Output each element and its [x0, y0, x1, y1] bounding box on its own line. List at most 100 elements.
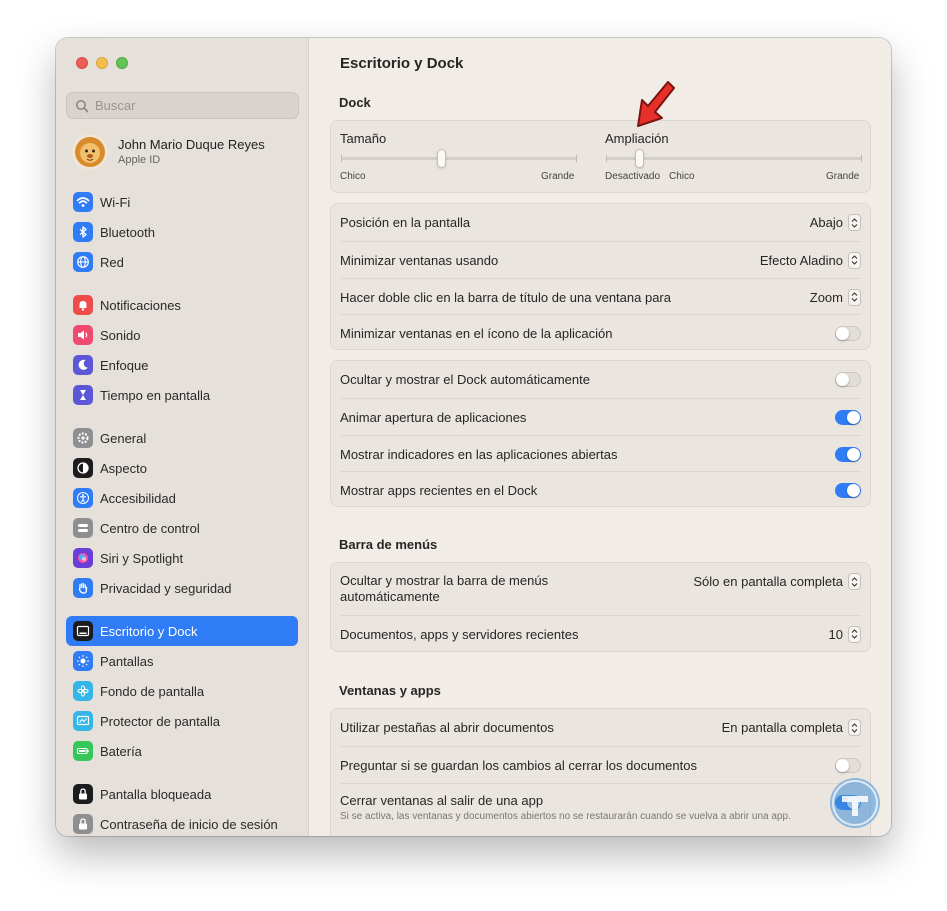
battery-icon	[73, 741, 93, 761]
dock-options-group: Posición en la pantalla Abajo Minimizar …	[330, 203, 871, 350]
sidebar-item-bateria[interactable]: Batería	[66, 736, 298, 766]
sidebar-item-label: Batería	[100, 743, 142, 759]
row-label: Documentos, apps y servidores recientes	[340, 626, 579, 642]
dock-behavior-group: Ocultar y mostrar el Dock automáticament…	[330, 360, 871, 507]
row-label: Hacer doble clic en la barra de título d…	[340, 289, 671, 305]
sidebar-item-siri-y-spotlight[interactable]: Siri y Spotlight	[66, 543, 298, 573]
row-show-indicators: Mostrar indicadores en las aplicaciones …	[340, 435, 861, 472]
popup-value: Sólo en pantalla completa	[693, 574, 843, 589]
sun-icon	[73, 651, 93, 671]
sidebar-item-tiempo-en-pantalla[interactable]: Tiempo en pantalla	[66, 380, 298, 410]
autohide-dock-toggle[interactable]	[835, 372, 861, 387]
autohide-menubar-popup[interactable]: Sólo en pantalla completa	[693, 573, 861, 590]
updown-chevron-icon	[848, 573, 861, 590]
popup-value: Efecto Aladino	[759, 252, 843, 268]
sidebar-item-contrasena[interactable]: Contraseña de inicio de sesión	[66, 809, 298, 836]
sidebar-item-label: Pantalla bloqueada	[100, 786, 212, 802]
popup-value: En pantalla completa	[721, 720, 843, 735]
minimize-effect-popup[interactable]: Efecto Aladino	[759, 251, 861, 269]
section-title-dock: Dock	[339, 95, 371, 110]
close-window-button[interactable]	[76, 57, 88, 69]
sidebar-item-pantallas[interactable]: Pantallas	[66, 646, 298, 676]
sidebar-item-label: Bluetooth	[100, 224, 155, 240]
accessibility-icon	[73, 488, 93, 508]
sidebar-item-label: Wi‑Fi	[100, 194, 131, 210]
avatar	[72, 134, 108, 170]
search-field[interactable]	[66, 92, 299, 119]
row-label: Minimizar ventanas en el ícono de la apl…	[340, 325, 613, 341]
size-slider-thumb[interactable]	[437, 149, 446, 168]
row-label: Ocultar y mostrar el Dock automáticament…	[340, 372, 590, 387]
wifi-icon	[73, 192, 93, 212]
animate-opening-toggle[interactable]	[835, 409, 861, 425]
row-label: Mostrar apps recientes en el Dock	[340, 482, 538, 498]
sidebar-item-centro-de-control[interactable]: Centro de control	[66, 513, 298, 543]
magnification-slider-track[interactable]	[606, 157, 862, 160]
section-title-menubar: Barra de menús	[339, 537, 438, 552]
recent-apps-toggle[interactable]	[835, 482, 861, 498]
profile-name: John Mario Duque Reyes	[118, 137, 265, 152]
minimize-window-button[interactable]	[96, 57, 108, 69]
sidebar-item-red[interactable]: Red	[66, 247, 298, 277]
magnification-slider-thumb[interactable]	[635, 149, 644, 168]
size-slider-track[interactable]	[341, 157, 577, 160]
row-label: Animar apertura de aplicaciones	[340, 409, 527, 425]
minimize-into-icon-toggle[interactable]	[835, 325, 861, 341]
window-controls	[76, 57, 128, 69]
show-indicators-toggle[interactable]	[835, 446, 861, 462]
sidebar-item-escritorio-y-dock[interactable]: Escritorio y Dock	[66, 616, 298, 646]
sidebar-item-aspecto[interactable]: Aspecto	[66, 453, 298, 483]
zoom-window-button[interactable]	[116, 57, 128, 69]
sidebar-item-label: Privacidad y seguridad	[100, 580, 232, 596]
sidebar-item-sonido[interactable]: Sonido	[66, 320, 298, 350]
sidebar-item-label: Fondo de pantalla	[100, 683, 205, 699]
profile-subtitle: Apple ID	[118, 154, 161, 166]
sidebar-item-pantalla-bloqueada[interactable]: Pantalla bloqueada	[66, 779, 298, 809]
ask-keep-changes-toggle[interactable]	[835, 757, 861, 773]
search-input[interactable]	[95, 98, 285, 113]
sidebar-item-label: Siri y Spotlight	[100, 550, 184, 566]
updown-chevron-icon	[848, 719, 861, 736]
sidebar-item-label: General	[100, 430, 147, 446]
sidebar-item-protector-de-pantalla[interactable]: Protector de pantalla	[66, 706, 298, 736]
row-minimize-effect: Minimizar ventanas usando Efecto Aladino	[340, 241, 861, 278]
sidebar-item-label: Red	[100, 254, 124, 270]
magnification-slider-label: Ampliación	[605, 131, 669, 146]
row-note: Si se activa, las ventanas y documentos …	[340, 811, 791, 822]
row-label: Utilizar pestañas al abrir documentos	[340, 720, 554, 735]
sidebar-item-accesibilidad[interactable]: Accesibilidad	[66, 483, 298, 513]
lion-avatar-icon	[75, 137, 105, 167]
apple-id-profile[interactable]: John Mario Duque Reyes Apple ID	[72, 134, 265, 170]
dock-icon	[73, 621, 93, 641]
magnification-max-label: Grande	[826, 171, 860, 182]
settings-window: John Mario Duque Reyes Apple ID Wi‑Fi Bl…	[56, 38, 891, 836]
flower-icon	[73, 681, 93, 701]
sidebar-item-bluetooth[interactable]: Bluetooth	[66, 217, 298, 247]
appearance-icon	[73, 458, 93, 478]
slider-tick	[606, 155, 607, 162]
control-center-icon	[73, 518, 93, 538]
sidebar-item-label: Accesibilidad	[100, 490, 176, 506]
lock-icon	[73, 814, 93, 834]
sidebar-item-enfoque[interactable]: Enfoque	[66, 350, 298, 380]
sidebar-item-general[interactable]: General	[66, 423, 298, 453]
updown-chevron-icon	[848, 288, 861, 306]
double-click-popup[interactable]: Zoom	[810, 288, 861, 306]
sidebar-item-fondo-de-pantalla[interactable]: Fondo de pantalla	[66, 676, 298, 706]
recent-documents-popup[interactable]: 10	[829, 625, 861, 643]
screensaver-icon	[73, 711, 93, 731]
row-autohide-menubar: Ocultar y mostrar la barra de menús auto…	[340, 563, 861, 615]
row-animate-opening: Animar apertura de aplicaciones	[340, 398, 861, 435]
row-autohide-dock: Ocultar y mostrar el Dock automáticament…	[340, 361, 861, 398]
updown-chevron-icon	[848, 251, 861, 269]
prefer-tabs-popup[interactable]: En pantalla completa	[722, 719, 861, 736]
row-label: Mostrar indicadores en las aplicaciones …	[340, 446, 618, 462]
dock-sliders-group: Tamaño Chico Grande Ampliación Desactiva…	[330, 120, 871, 193]
sidebar-item-notificaciones[interactable]: Notificaciones	[66, 290, 298, 320]
sidebar-item-privacidad-y-seguridad[interactable]: Privacidad y seguridad	[66, 573, 298, 603]
sidebar-item-label: Aspecto	[100, 460, 147, 476]
sidebar-item-wifi[interactable]: Wi‑Fi	[66, 187, 298, 217]
gear-icon	[73, 428, 93, 448]
annotation-arrow-icon	[637, 81, 675, 127]
position-popup[interactable]: Abajo	[810, 214, 861, 231]
